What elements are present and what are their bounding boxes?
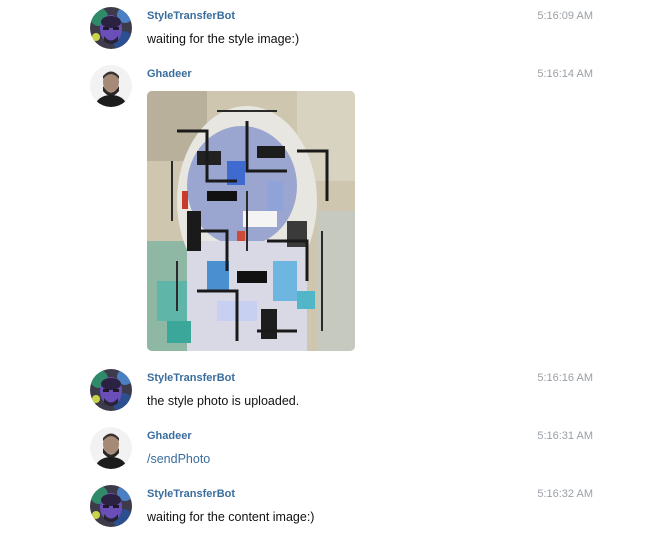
message-bot-3: StyleTransferBot 5:16:32 AM waiting for … — [0, 485, 653, 535]
message-text: the style photo is uploaded. — [147, 394, 300, 408]
message-text: waiting for the content image:) — [147, 510, 315, 524]
author-name[interactable]: StyleTransferBot — [147, 10, 235, 22]
message-user-2: Ghadeer 5:16:31 AM /sendPhoto — [0, 427, 653, 477]
message-text: waiting for the style image:) — [147, 32, 300, 46]
message-timestamp: 5:16:14 AM — [537, 68, 593, 80]
message-bot-1: StyleTransferBot 5:16:09 AM waiting for … — [0, 7, 653, 57]
author-name[interactable]: Ghadeer — [147, 430, 192, 442]
message-timestamp: 5:16:16 AM — [537, 372, 593, 384]
author-name[interactable]: StyleTransferBot — [147, 372, 235, 384]
stylized-portrait-image[interactable] — [147, 91, 355, 351]
author-name[interactable]: Ghadeer — [147, 68, 192, 80]
user-avatar-icon[interactable] — [90, 427, 132, 469]
bot-avatar-icon[interactable] — [90, 7, 132, 49]
author-name[interactable]: StyleTransferBot — [147, 488, 235, 500]
chat-history: StyleTransferBot 5:16:09 AM waiting for … — [0, 0, 653, 536]
message-timestamp: 5:16:09 AM — [537, 10, 593, 22]
message-bot-2: StyleTransferBot 5:16:16 AM the style ph… — [0, 369, 653, 419]
command-link[interactable]: /sendPhoto — [147, 452, 210, 466]
user-avatar-icon[interactable] — [90, 65, 132, 107]
message-user-1: Ghadeer 5:16:14 AM — [0, 65, 653, 355]
message-timestamp: 5:16:31 AM — [537, 430, 593, 442]
message-timestamp: 5:16:32 AM — [537, 488, 593, 500]
bot-avatar-icon[interactable] — [90, 369, 132, 411]
bot-avatar-icon[interactable] — [90, 485, 132, 527]
